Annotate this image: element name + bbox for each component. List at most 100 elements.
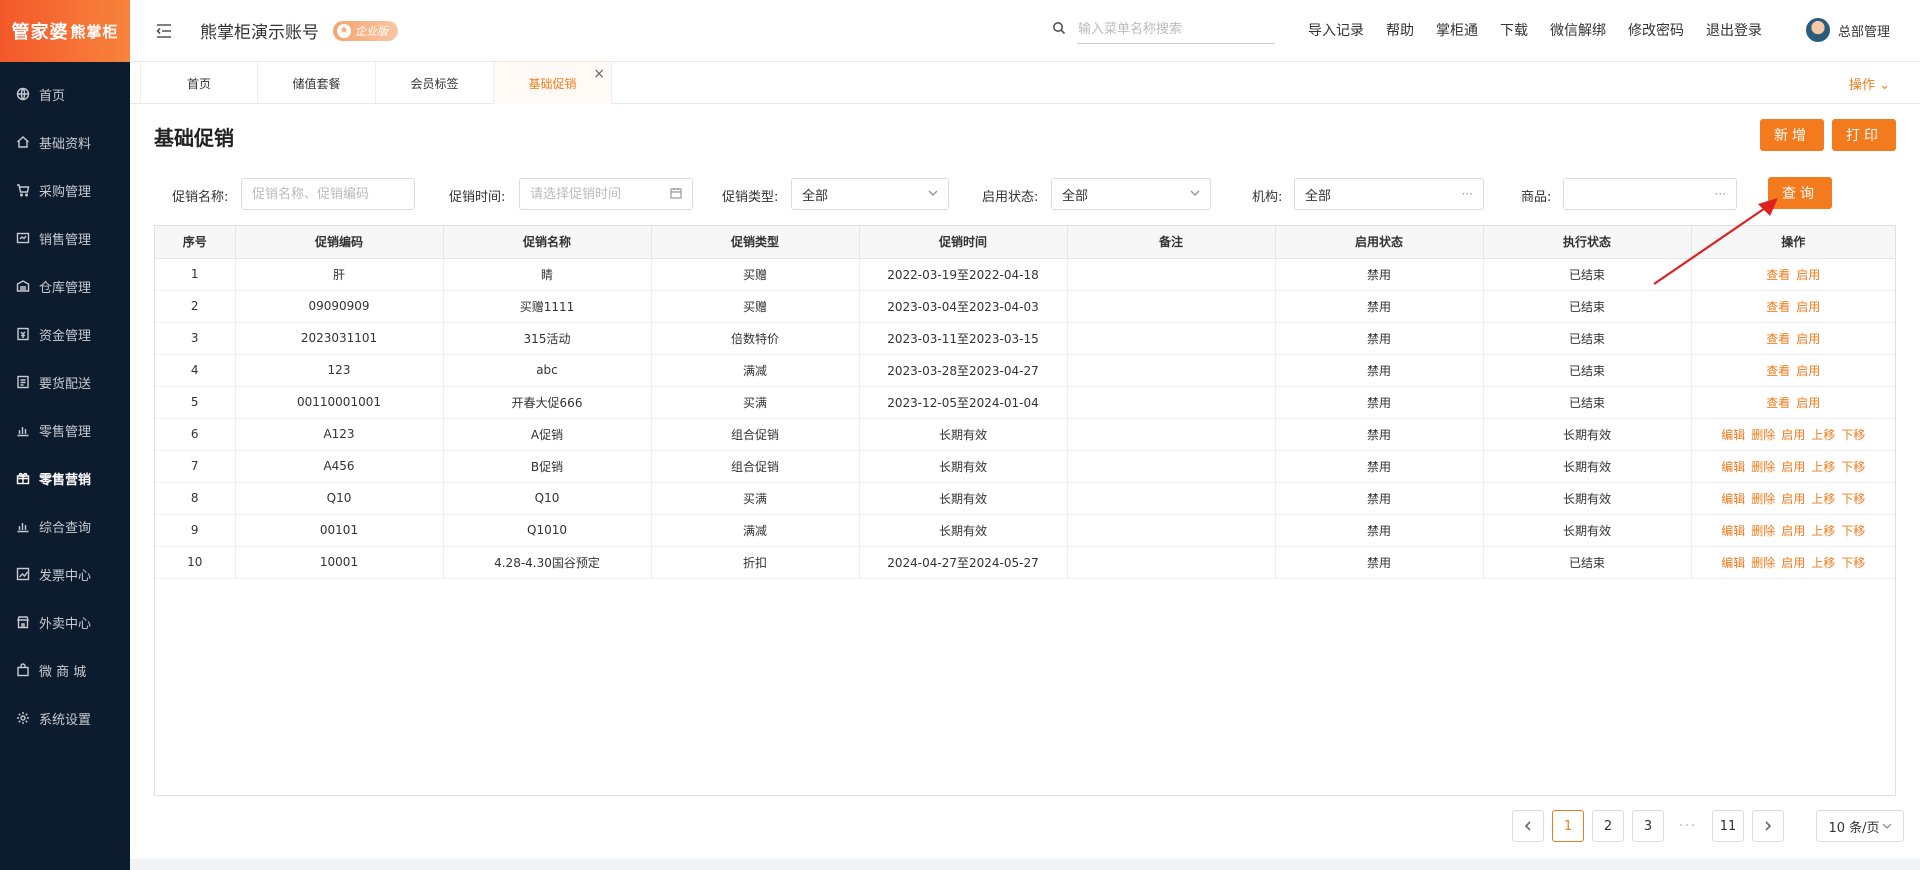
sidebar-item-4[interactable]: 仓库管理 xyxy=(0,262,130,310)
row-action-link[interactable]: 启用 xyxy=(1796,332,1820,346)
row-action-link[interactable]: 下移 xyxy=(1841,524,1865,538)
tab-label[interactable]: 储值套餐 xyxy=(292,75,340,92)
page-last[interactable]: 11 xyxy=(1712,810,1744,842)
row-action-link[interactable]: 启用 xyxy=(1796,300,1820,314)
page-1[interactable]: 1 xyxy=(1552,810,1584,842)
user-name[interactable]: 总部管理 xyxy=(1838,21,1890,40)
search-icon[interactable] xyxy=(1052,21,1066,39)
top-link-5[interactable]: 修改密码 xyxy=(1628,20,1684,40)
row-action-link[interactable]: 上移 xyxy=(1811,492,1835,506)
sidebar-item-10[interactable]: 发票中心 xyxy=(0,550,130,598)
row-action-link[interactable]: 启用 xyxy=(1781,524,1805,538)
row-action-link[interactable]: 编辑 xyxy=(1721,492,1745,506)
row-action-link[interactable]: 查看 xyxy=(1766,364,1790,378)
row-action-link[interactable]: 删除 xyxy=(1751,524,1775,538)
enable-status-select[interactable]: 全部 xyxy=(1051,178,1211,210)
row-action-link[interactable]: 删除 xyxy=(1751,460,1775,474)
goods-select[interactable]: ··· xyxy=(1563,178,1737,210)
sidebar-item-11[interactable]: 外卖中心 xyxy=(0,598,130,646)
close-icon[interactable]: × xyxy=(593,66,605,82)
query-button[interactable]: 查询 xyxy=(1768,177,1832,209)
row-action-link[interactable]: 启用 xyxy=(1796,396,1820,410)
page-size-select[interactable]: 10 条/页 xyxy=(1816,810,1904,842)
more-icon[interactable]: ··· xyxy=(1462,187,1473,201)
tab-2[interactable]: 会员标签 xyxy=(376,62,494,104)
row-action-link[interactable]: 查看 xyxy=(1766,332,1790,346)
print-button[interactable]: 打印 xyxy=(1832,119,1896,151)
promo-time-input[interactable] xyxy=(530,186,666,202)
sidebar-item-1[interactable]: 基础资料 xyxy=(0,118,130,166)
row-action-link[interactable]: 删除 xyxy=(1751,428,1775,442)
row-action-link[interactable]: 下移 xyxy=(1841,460,1865,474)
row-action-link[interactable]: 启用 xyxy=(1796,364,1820,378)
row-action-link[interactable]: 删除 xyxy=(1751,492,1775,506)
row-action-link[interactable]: 上移 xyxy=(1811,428,1835,442)
row-action-link[interactable]: 上移 xyxy=(1811,556,1835,570)
row-action-link[interactable]: 启用 xyxy=(1796,268,1820,282)
tab-label[interactable]: 会员标签 xyxy=(410,75,458,92)
tabs-operations-label[interactable]: 操作 xyxy=(1849,78,1875,93)
sidebar-item-12[interactable]: 微 商 城 xyxy=(0,646,130,694)
row-action-link[interactable]: 上移 xyxy=(1811,524,1835,538)
row-action-link[interactable]: 上移 xyxy=(1811,460,1835,474)
tab-label[interactable]: 首页 xyxy=(187,75,211,92)
row-action-link[interactable]: 启用 xyxy=(1781,492,1805,506)
menu-toggle-icon[interactable] xyxy=(154,21,174,41)
row-action-link[interactable]: 编辑 xyxy=(1721,524,1745,538)
sidebar-item-6[interactable]: 要货配送 xyxy=(0,358,130,406)
top-link-1[interactable]: 帮助 xyxy=(1386,20,1414,40)
top-link-4[interactable]: 微信解绑 xyxy=(1550,20,1606,40)
row-action-link[interactable]: 下移 xyxy=(1841,556,1865,570)
sidebar-item-0[interactable]: 首页 xyxy=(0,70,130,118)
sidebar-item-8[interactable]: 零售营销 xyxy=(0,454,130,502)
chevron-down-icon[interactable] xyxy=(1190,187,1200,202)
tab-1[interactable]: 储值套餐 xyxy=(258,62,376,104)
top-link-0[interactable]: 导入记录 xyxy=(1308,20,1364,40)
row-action-link[interactable]: 下移 xyxy=(1841,492,1865,506)
row-action-link[interactable]: 查看 xyxy=(1766,396,1790,410)
add-button[interactable]: 新增 xyxy=(1760,119,1824,151)
tab-3[interactable]: 基础促销 × xyxy=(494,62,612,104)
sidebar-item-13[interactable]: 系统设置 xyxy=(0,694,130,742)
top-link-6[interactable]: 退出登录 xyxy=(1706,20,1762,40)
promo-type-select[interactable]: 全部 xyxy=(791,178,949,210)
promo-name-field[interactable] xyxy=(241,178,415,210)
page-ellipsis[interactable]: ··· xyxy=(1672,810,1704,842)
sidebar-item-5[interactable]: 资金管理 xyxy=(0,310,130,358)
sidebar-item-9[interactable]: 综合查询 xyxy=(0,502,130,550)
row-action-link[interactable]: 查看 xyxy=(1766,300,1790,314)
row-action-link[interactable]: 删除 xyxy=(1751,556,1775,570)
sidebar-item-label: 零售管理 xyxy=(39,424,92,440)
calendar-icon[interactable] xyxy=(670,187,682,202)
row-action-link[interactable]: 启用 xyxy=(1781,428,1805,442)
sidebar-item-2[interactable]: 采购管理 xyxy=(0,166,130,214)
org-select[interactable]: 全部 ··· xyxy=(1294,178,1484,210)
top-link-2[interactable]: 掌柜通 xyxy=(1436,20,1478,40)
top-link-3[interactable]: 下载 xyxy=(1500,20,1528,40)
row-action-link[interactable]: 查看 xyxy=(1766,268,1790,282)
sidebar-item-3[interactable]: 销售管理 xyxy=(0,214,130,262)
page-3[interactable]: 3 xyxy=(1632,810,1664,842)
chevron-down-icon[interactable] xyxy=(928,187,938,202)
row-action-link[interactable]: 编辑 xyxy=(1721,556,1745,570)
row-action-link[interactable]: 启用 xyxy=(1781,460,1805,474)
page-2[interactable]: 2 xyxy=(1592,810,1624,842)
next-page-button[interactable] xyxy=(1752,810,1784,842)
promo-time-field[interactable] xyxy=(519,178,693,210)
row-action-link[interactable]: 启用 xyxy=(1781,556,1805,570)
row-action-link[interactable]: 编辑 xyxy=(1721,460,1745,474)
table-body: 1 肝睛买赠 2022-03-19至2022-04-18 禁用 已结束 查看 启用 2 0909… xyxy=(155,258,1895,579)
promo-name-input[interactable] xyxy=(252,186,404,202)
avatar[interactable] xyxy=(1805,18,1830,42)
menu-search-input[interactable] xyxy=(1078,16,1274,44)
prev-page-button[interactable] xyxy=(1512,810,1544,842)
tab-label[interactable]: 基础促销 xyxy=(528,75,576,92)
tabs-operations-menu[interactable]: 操作 ⌄ xyxy=(1849,74,1890,93)
tab-0[interactable]: 首页 xyxy=(140,62,258,104)
row-action-link[interactable]: 编辑 xyxy=(1721,428,1745,442)
user-menu[interactable]: 总部管理 xyxy=(1805,18,1890,42)
row-action-link[interactable]: 下移 xyxy=(1841,428,1865,442)
more-icon[interactable]: ··· xyxy=(1715,187,1726,201)
sidebar-item-7[interactable]: 零售管理 xyxy=(0,406,130,454)
chevron-down-icon[interactable]: ⌄ xyxy=(1879,78,1890,93)
